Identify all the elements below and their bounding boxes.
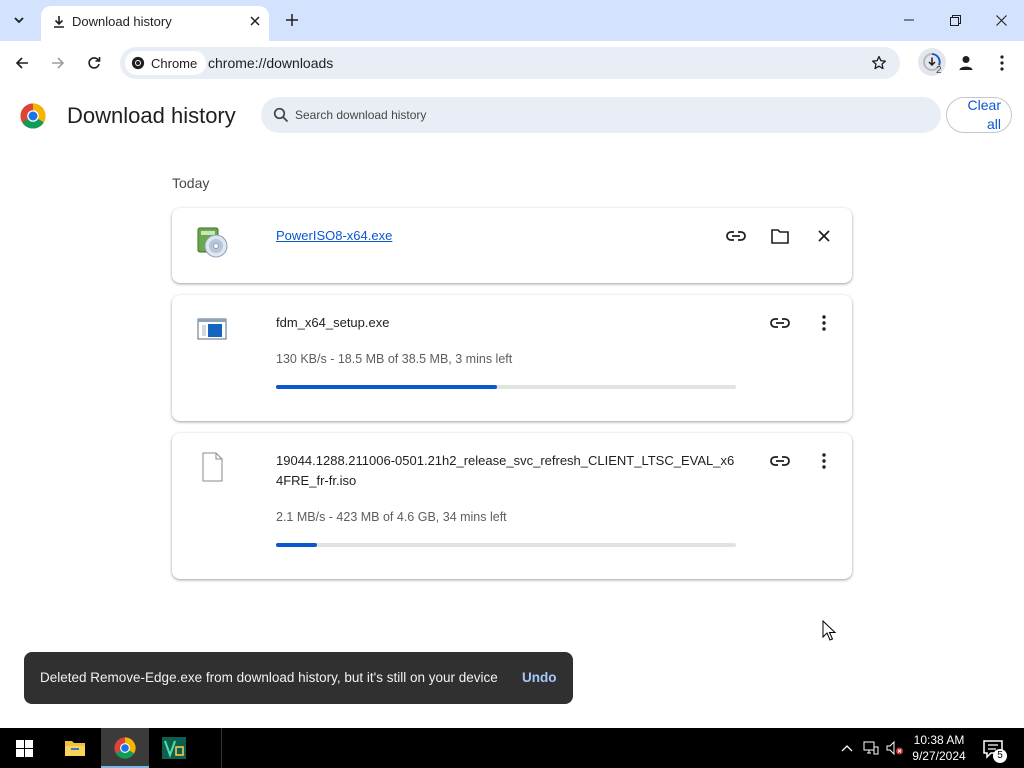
download-item: 19044.1288.211006-0501.21h2_release_svc_… [172, 433, 852, 579]
downloads-count: 2 [936, 65, 942, 76]
close-icon [995, 14, 1007, 26]
tab-strip: Download history [0, 0, 1024, 41]
taskbar-chrome[interactable] [101, 728, 149, 768]
windows-logo-icon [15, 739, 33, 757]
star-icon [871, 55, 887, 70]
new-tab-button[interactable] [283, 11, 301, 29]
undo-toast: Deleted Remove-Edge.exe from download hi… [24, 652, 573, 704]
back-button[interactable] [10, 51, 34, 75]
volume-muted-icon [886, 741, 903, 755]
minimize-icon [904, 19, 914, 21]
more-vertical-icon [822, 453, 826, 469]
taskbar-file-explorer[interactable] [51, 728, 99, 768]
toast-message: Deleted Remove-Edge.exe from download hi… [40, 670, 498, 685]
close-window-button[interactable] [986, 6, 1016, 34]
search-input[interactable] [295, 97, 915, 133]
file-name-link[interactable]: PowerISO8-x64.exe [276, 226, 392, 246]
restore-icon [949, 14, 961, 26]
downloads-header: Download history Clear all [0, 85, 1024, 147]
link-icon [726, 231, 746, 241]
taskbar-clock[interactable]: 10:38 AM 9/27/2024 [906, 732, 972, 764]
chrome-logo-icon [20, 103, 46, 129]
chevron-down-icon [14, 17, 24, 24]
windows-taskbar: 10:38 AM 9/27/2024 5 [0, 728, 1024, 768]
search-icon [273, 107, 289, 123]
more-vertical-icon [822, 315, 826, 331]
progress-bar [276, 385, 736, 389]
network-button[interactable] [862, 739, 880, 757]
address-bar[interactable]: Chrome chrome://downloads [120, 47, 900, 79]
progress-fill [276, 385, 497, 389]
folder-icon [771, 228, 789, 244]
forward-button[interactable] [46, 51, 70, 75]
reload-button[interactable] [82, 51, 106, 75]
network-icon [863, 741, 879, 755]
blank-file-icon [202, 452, 223, 482]
clear-all-button[interactable]: Clear all [946, 97, 1012, 133]
start-button[interactable] [0, 728, 48, 768]
minimize-button[interactable] [894, 6, 924, 34]
download-item: PowerISO8-x64.exe [172, 208, 852, 283]
taskbar-divider [221, 728, 222, 768]
more-vertical-icon [1000, 55, 1004, 71]
site-info-chip[interactable]: Chrome [125, 51, 207, 75]
bookmark-button[interactable] [868, 52, 890, 74]
download-icon [54, 16, 64, 28]
file-name[interactable]: fdm_x64_setup.exe [276, 313, 389, 333]
progress-bar [276, 543, 736, 547]
chip-label: Chrome [151, 55, 198, 71]
close-icon [250, 16, 260, 26]
profile-button[interactable] [955, 52, 977, 74]
chrome-menu-button[interactable] [993, 52, 1011, 74]
chrome-logo-icon [131, 56, 145, 70]
page-title: Download history [67, 103, 236, 128]
chevron-up-icon [841, 745, 853, 752]
copy-link-button[interactable] [724, 224, 748, 248]
undo-button[interactable]: Undo [522, 670, 557, 685]
clock-date: 9/27/2024 [912, 749, 966, 763]
close-tab-button[interactable] [246, 12, 264, 30]
browser-toolbar: Chrome chrome://downloads 2 [0, 41, 1024, 85]
notification-count: 5 [993, 749, 1007, 763]
show-in-folder-button[interactable] [768, 224, 792, 248]
progress-fill [276, 543, 318, 547]
clock-time: 10:38 AM [913, 733, 965, 747]
search-box[interactable] [261, 97, 941, 133]
remove-from-list-button[interactable] [812, 224, 836, 248]
restore-button[interactable] [940, 6, 970, 34]
link-icon [770, 456, 790, 466]
download-status: 2.1 MB/s - 423 MB of 4.6 GB, 34 mins lef… [276, 510, 507, 524]
date-group-heading: Today [172, 175, 210, 191]
copy-link-button[interactable] [768, 449, 792, 473]
folder-icon [65, 741, 85, 756]
volume-button[interactable] [886, 739, 904, 757]
more-actions-button[interactable] [812, 449, 836, 473]
download-item: fdm_x64_setup.exe 130 KB/s - 18.5 MB of … [172, 295, 852, 421]
show-hidden-icons-button[interactable] [838, 739, 856, 757]
tab-title: Download history [72, 14, 172, 29]
arrow-right-icon [52, 57, 65, 69]
close-icon [818, 230, 830, 242]
tab-downloads[interactable]: Download history [41, 6, 269, 41]
more-actions-button[interactable] [812, 311, 836, 335]
chrome-logo-icon [114, 737, 136, 759]
poweriso-disc-icon [197, 227, 228, 258]
copy-link-button[interactable] [768, 311, 792, 335]
reload-icon [88, 57, 101, 69]
taskbar-app-veeam[interactable] [150, 728, 198, 768]
arrow-left-icon [15, 57, 28, 69]
download-status: 130 KB/s - 18.5 MB of 38.5 MB, 3 mins le… [276, 352, 513, 366]
mouse-cursor-icon [822, 620, 836, 641]
tab-search-button[interactable] [7, 8, 31, 32]
plus-icon [286, 14, 298, 26]
url-text[interactable]: chrome://downloads [208, 55, 333, 71]
link-icon [770, 318, 790, 328]
app-logo-icon [162, 737, 186, 759]
person-icon [959, 56, 973, 70]
file-name[interactable]: 19044.1288.211006-0501.21h2_release_svc_… [276, 451, 740, 491]
setup-window-icon [197, 318, 227, 340]
